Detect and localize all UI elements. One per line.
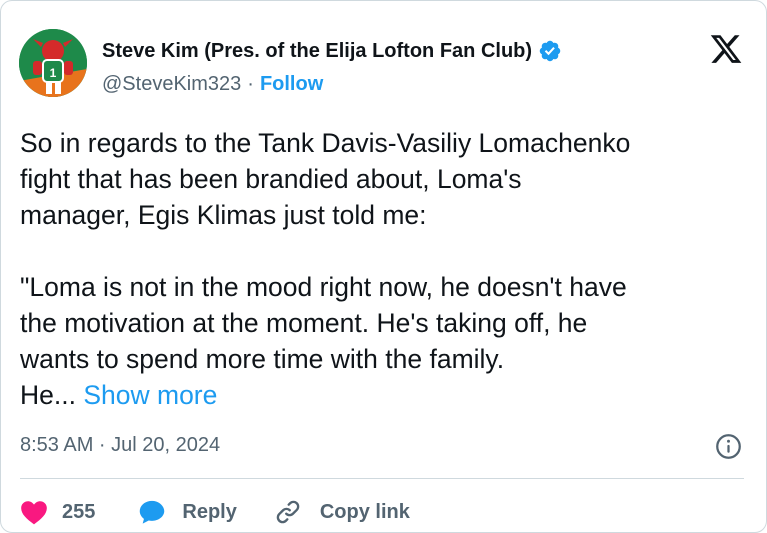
heart-icon — [21, 501, 47, 525]
info-icon[interactable] — [715, 433, 742, 460]
like-button[interactable]: 255 — [20, 499, 95, 525]
tweet-text: So in regards to the Tank Davis-Vasiliy … — [20, 125, 755, 413]
author-handle-row: @SteveKim323 · Follow — [102, 73, 323, 96]
tweet-actions-bar: 255 Reply Copy link — [20, 498, 410, 526]
copy-link-label: Copy link — [319, 500, 410, 523]
divider — [20, 478, 744, 479]
tweet-timestamp[interactable]: 8:53 AM · Jul 20, 2024 — [20, 434, 220, 457]
show-more-link[interactable]: Show more — [83, 380, 217, 410]
tweet-text-line: So in regards to the Tank Davis-Vasiliy … — [20, 128, 631, 158]
tweet-text-last-line: He... Show more — [20, 377, 755, 413]
verified-badge-icon — [539, 40, 561, 62]
like-count: 255 — [62, 500, 96, 523]
tweet-text-line: the motivation at the moment. He's takin… — [20, 308, 588, 338]
reply-button[interactable]: Reply — [138, 499, 237, 525]
author-display-name[interactable]: Steve Kim (Pres. of the Elija Lofton Fan… — [102, 40, 532, 63]
author-name-row: Steve Kim (Pres. of the Elija Lofton Fan… — [102, 39, 562, 63]
tweet-text-line: wants to spend more time with the family… — [20, 344, 505, 374]
link-icon — [276, 500, 300, 524]
avatar-illustration: 1 — [19, 29, 87, 97]
separator-dot: · — [247, 73, 254, 95]
author-handle[interactable]: @SteveKim323 — [102, 73, 241, 96]
x-logo-icon[interactable] — [708, 32, 744, 66]
tweet-text-line: manager, Egis Klimas just told me: — [20, 200, 427, 230]
tweet-text-line: "Loma is not in the mood right now, he d… — [20, 272, 627, 302]
reply-bubble-icon — [140, 500, 165, 524]
tweet-embed-card: 1 Steve Kim (Pres. of the Elija Lofton F… — [0, 0, 767, 533]
truncated-text: He... — [20, 380, 76, 410]
reply-label: Reply — [182, 500, 237, 523]
follow-button[interactable]: Follow — [260, 73, 323, 96]
copy-link-button[interactable]: Copy link — [274, 498, 410, 526]
tweet-text-line: fight that has been brandied about, Loma… — [20, 164, 522, 194]
author-avatar[interactable]: 1 — [19, 29, 87, 97]
svg-text:1: 1 — [50, 66, 57, 80]
